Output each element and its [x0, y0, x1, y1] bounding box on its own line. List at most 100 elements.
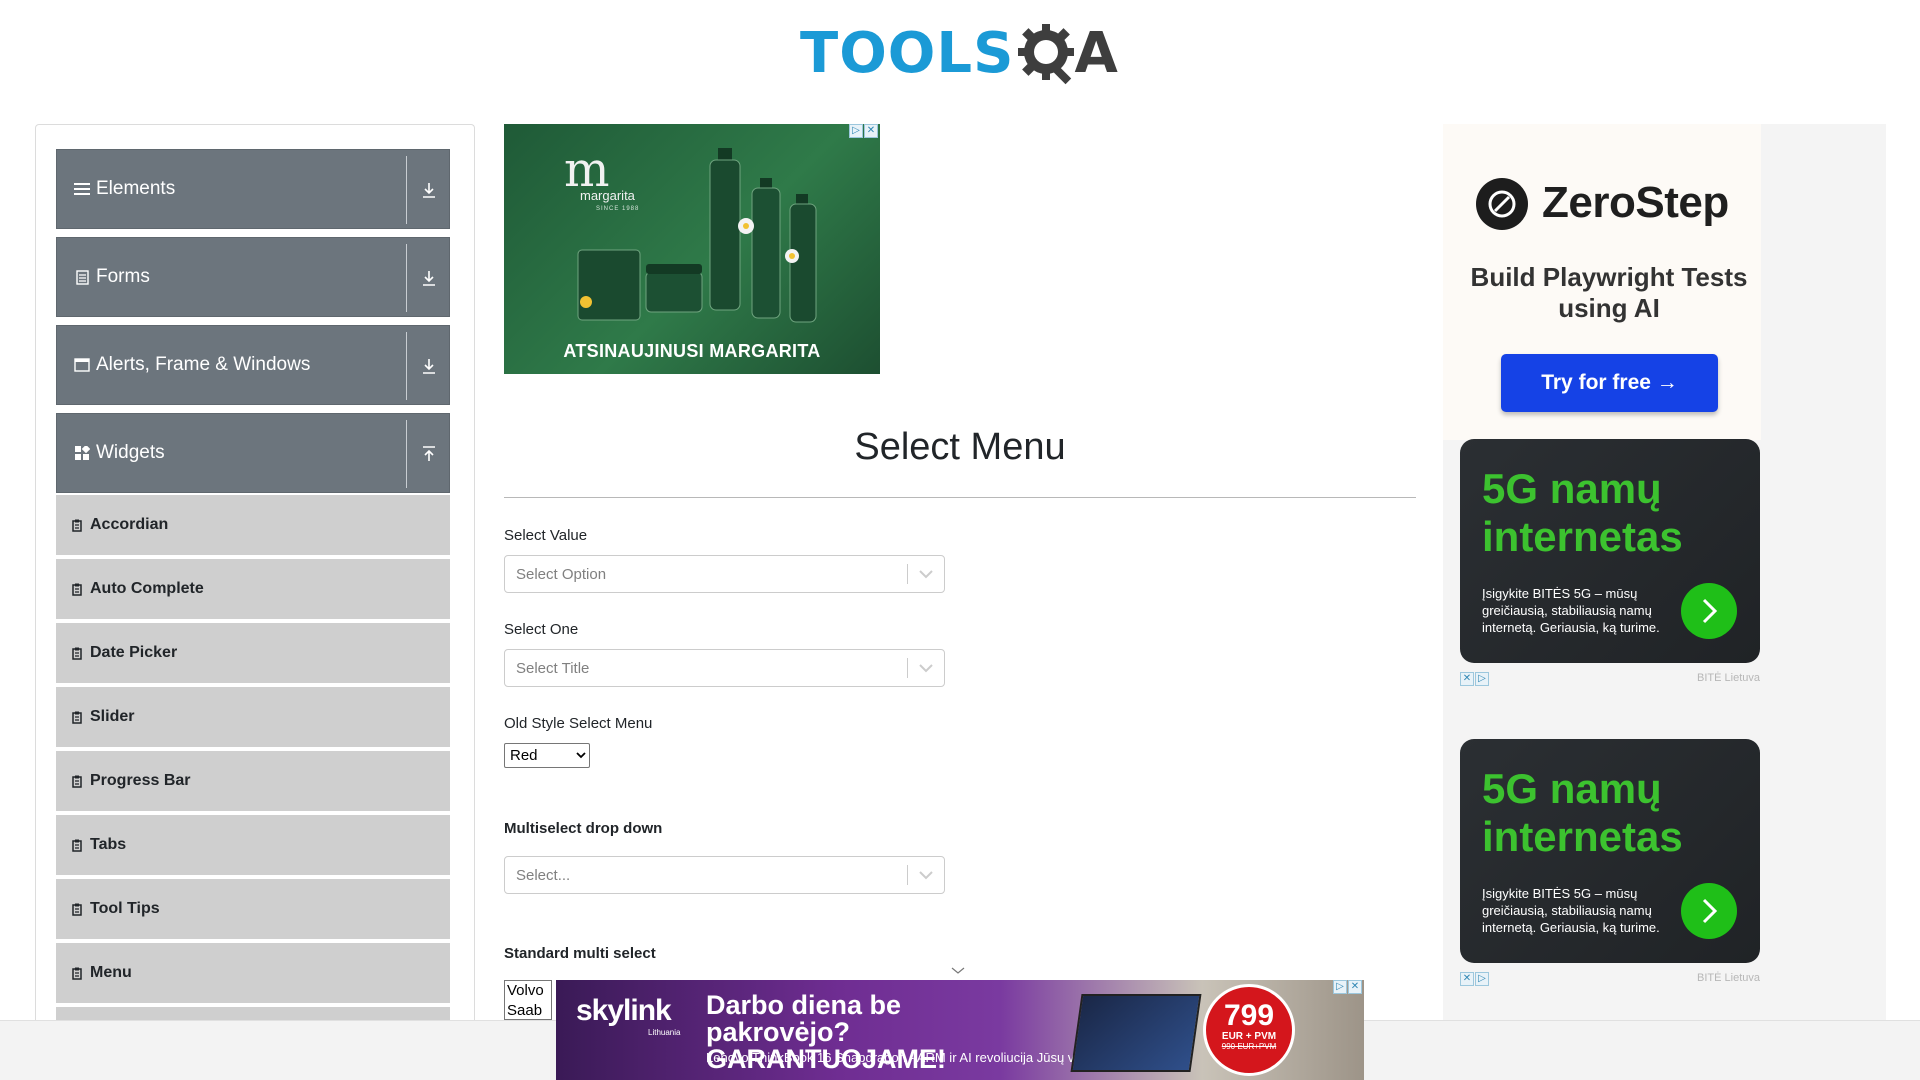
group-label: Alerts, Frame & Windows [96, 354, 311, 375]
clipboard-icon [70, 902, 84, 916]
try-for-free-button[interactable]: Try for free → [1501, 354, 1718, 412]
close-icon[interactable]: ✕ [1348, 980, 1362, 994]
chevron-right-icon[interactable] [1681, 583, 1737, 639]
group-separator [406, 156, 407, 224]
skylink-ad[interactable]: skylink Lithuania Darbo diena be pakrovė… [556, 980, 1364, 1080]
select-value-placeholder: Select Option [516, 565, 607, 583]
clipboard-icon [70, 710, 84, 724]
bite-ad-1[interactable]: 5G namų internetas Įsigykite BITĖS 5G – … [1460, 439, 1760, 663]
clipboard-icon [70, 838, 84, 852]
sidebar-item-menu[interactable]: Menu [56, 943, 450, 1005]
clipboard-icon [70, 966, 84, 980]
ad-choices[interactable]: ▷ ✕ [849, 124, 878, 138]
document-icon [73, 268, 91, 286]
multiselect-label: Multiselect drop down [504, 820, 663, 837]
margarita-caption: ATSINAUJINUSI MARGARITA [563, 341, 821, 361]
chevron-down-icon[interactable] [908, 663, 944, 673]
sidebar-item-tabs[interactable]: Tabs [56, 815, 450, 877]
close-icon[interactable]: ✕ [864, 124, 878, 138]
old-price: 990 EUR+PVM [1221, 1042, 1277, 1051]
price-badge: 799 EUR + PVM 990 EUR+PVM [1203, 984, 1295, 1076]
group-label: Elements [96, 178, 176, 199]
sidebar-item-label: Progress Bar [90, 772, 191, 789]
close-icon[interactable]: ✕ [1460, 972, 1474, 986]
product-bottles-image [709, 148, 817, 323]
zerostep-tagline: Build Playwright Tests using AI [1470, 262, 1748, 323]
sidebar-item-slider[interactable]: Slider [56, 687, 450, 749]
old-style-label: Old Style Select Menu [504, 715, 653, 732]
sidebar-item-label: Slider [90, 708, 135, 725]
multiselect-placeholder: Select... [516, 866, 571, 884]
product-jars-image [577, 249, 703, 321]
page: TOOLS A Elements Forms Alerts, Frame & W… [0, 0, 1920, 1080]
page-title: Select Menu [854, 426, 1066, 468]
zerostep-logo-icon [1476, 178, 1528, 230]
chevron-down-icon [951, 967, 965, 974]
group-alerts-frame-windows[interactable]: Alerts, Frame & Windows [56, 325, 450, 405]
margarita-since: SINCE 1988 [596, 206, 640, 212]
chevron-down-icon [573, 752, 589, 759]
ad-choices[interactable]: ▷ ✕ [1333, 980, 1362, 994]
bite-ad-1-footer: ✕ ▷ BITĖ Lietuva [1460, 672, 1760, 686]
ad-choices[interactable]: ✕ ▷ [1460, 672, 1489, 686]
adchoices-icon[interactable]: ▷ [1475, 972, 1489, 986]
skylink-brand: skylink [576, 994, 672, 1027]
bite-headline: 5G namų internetas [1482, 465, 1683, 560]
adchoices-icon[interactable]: ▷ [1475, 672, 1489, 686]
adchoices-icon[interactable]: ▷ [1333, 980, 1347, 994]
clipboard-icon [70, 646, 84, 660]
sidebar-item-tool-tips[interactable]: Tool Tips [56, 879, 450, 941]
bite-ad-2[interactable]: 5G namų internetas Įsigykite BITĖS 5G – … [1460, 739, 1760, 963]
download-arrow-icon[interactable] [417, 354, 441, 378]
download-arrow-icon[interactable] [417, 178, 441, 202]
margarita-brand: margarita [580, 188, 635, 203]
group-label: Forms [96, 266, 150, 287]
logo-gear-q: A [1016, 22, 1118, 86]
chevron-right-icon[interactable] [1681, 883, 1737, 939]
sidebar-item-auto-complete[interactable]: Auto Complete [56, 559, 450, 621]
sidebar-item-label: Tabs [90, 836, 127, 853]
upload-arrow-icon[interactable] [417, 442, 441, 466]
standard-multi-label: Standard multi select [504, 945, 656, 962]
skylink-brand-sub: Lithuania [648, 1028, 681, 1037]
close-icon[interactable]: ✕ [1460, 672, 1474, 686]
ad-choices[interactable]: ✕ ▷ [1460, 972, 1489, 986]
select-one-dropdown[interactable]: Select Title [504, 649, 945, 687]
toolsqa-logo[interactable]: TOOLS A [800, 14, 1125, 94]
bite-headline: 5G namų internetas [1482, 765, 1683, 860]
multiselect-dropdown[interactable]: Select... [504, 856, 945, 894]
group-separator [406, 332, 407, 400]
group-forms[interactable]: Forms [56, 237, 450, 317]
laptop-image [1070, 994, 1202, 1072]
group-elements[interactable]: Elements [56, 149, 450, 229]
option-saab[interactable]: Saab [505, 1001, 551, 1019]
group-widgets[interactable]: Widgets [56, 413, 450, 493]
bite-sponsor: BITĖ Lietuva [1697, 672, 1760, 684]
select-value-dropdown[interactable]: Select Option [504, 555, 945, 593]
zerostep-name: ZeroStep [1542, 178, 1729, 227]
sidebar-item-accordian[interactable]: Accordian [56, 495, 450, 557]
window-icon [73, 356, 91, 374]
sidebar-item-label: Tool Tips [90, 900, 160, 917]
skylink-subtext: Lenovo ThinkBook 16 Snapdragon - ARM ir … [706, 1050, 1107, 1065]
margarita-ad[interactable]: m margarita SINCE 1988 ATSINAUJINUSI MAR… [504, 124, 880, 374]
select-one-placeholder: Select Title [516, 659, 590, 677]
bite-body: Įsigykite BITĖS 5G – mūsų greičiausią, s… [1482, 886, 1660, 935]
menu-icon [73, 180, 91, 198]
select-one-label: Select One [504, 621, 579, 638]
sidebar-item-date-picker[interactable]: Date Picker [56, 623, 450, 685]
download-arrow-icon[interactable] [417, 266, 441, 290]
sidebar-item-label: Auto Complete [90, 580, 204, 597]
group-separator [406, 244, 407, 312]
option-volvo[interactable]: Volvo [505, 981, 551, 1001]
chevron-down-icon[interactable] [908, 569, 944, 579]
chevron-down-icon[interactable] [908, 870, 944, 880]
old-style-value: Red [510, 747, 538, 764]
sidebar-item-progress-bar[interactable]: Progress Bar [56, 751, 450, 813]
adchoices-icon[interactable]: ▷ [849, 124, 863, 138]
clipboard-icon [70, 518, 84, 532]
price-value: 799 [1223, 999, 1275, 1032]
standard-multi-select[interactable]: Volvo Saab [504, 980, 552, 1020]
price-unit: EUR + PVM [1221, 1031, 1277, 1042]
old-style-select[interactable]: Red [504, 743, 590, 768]
